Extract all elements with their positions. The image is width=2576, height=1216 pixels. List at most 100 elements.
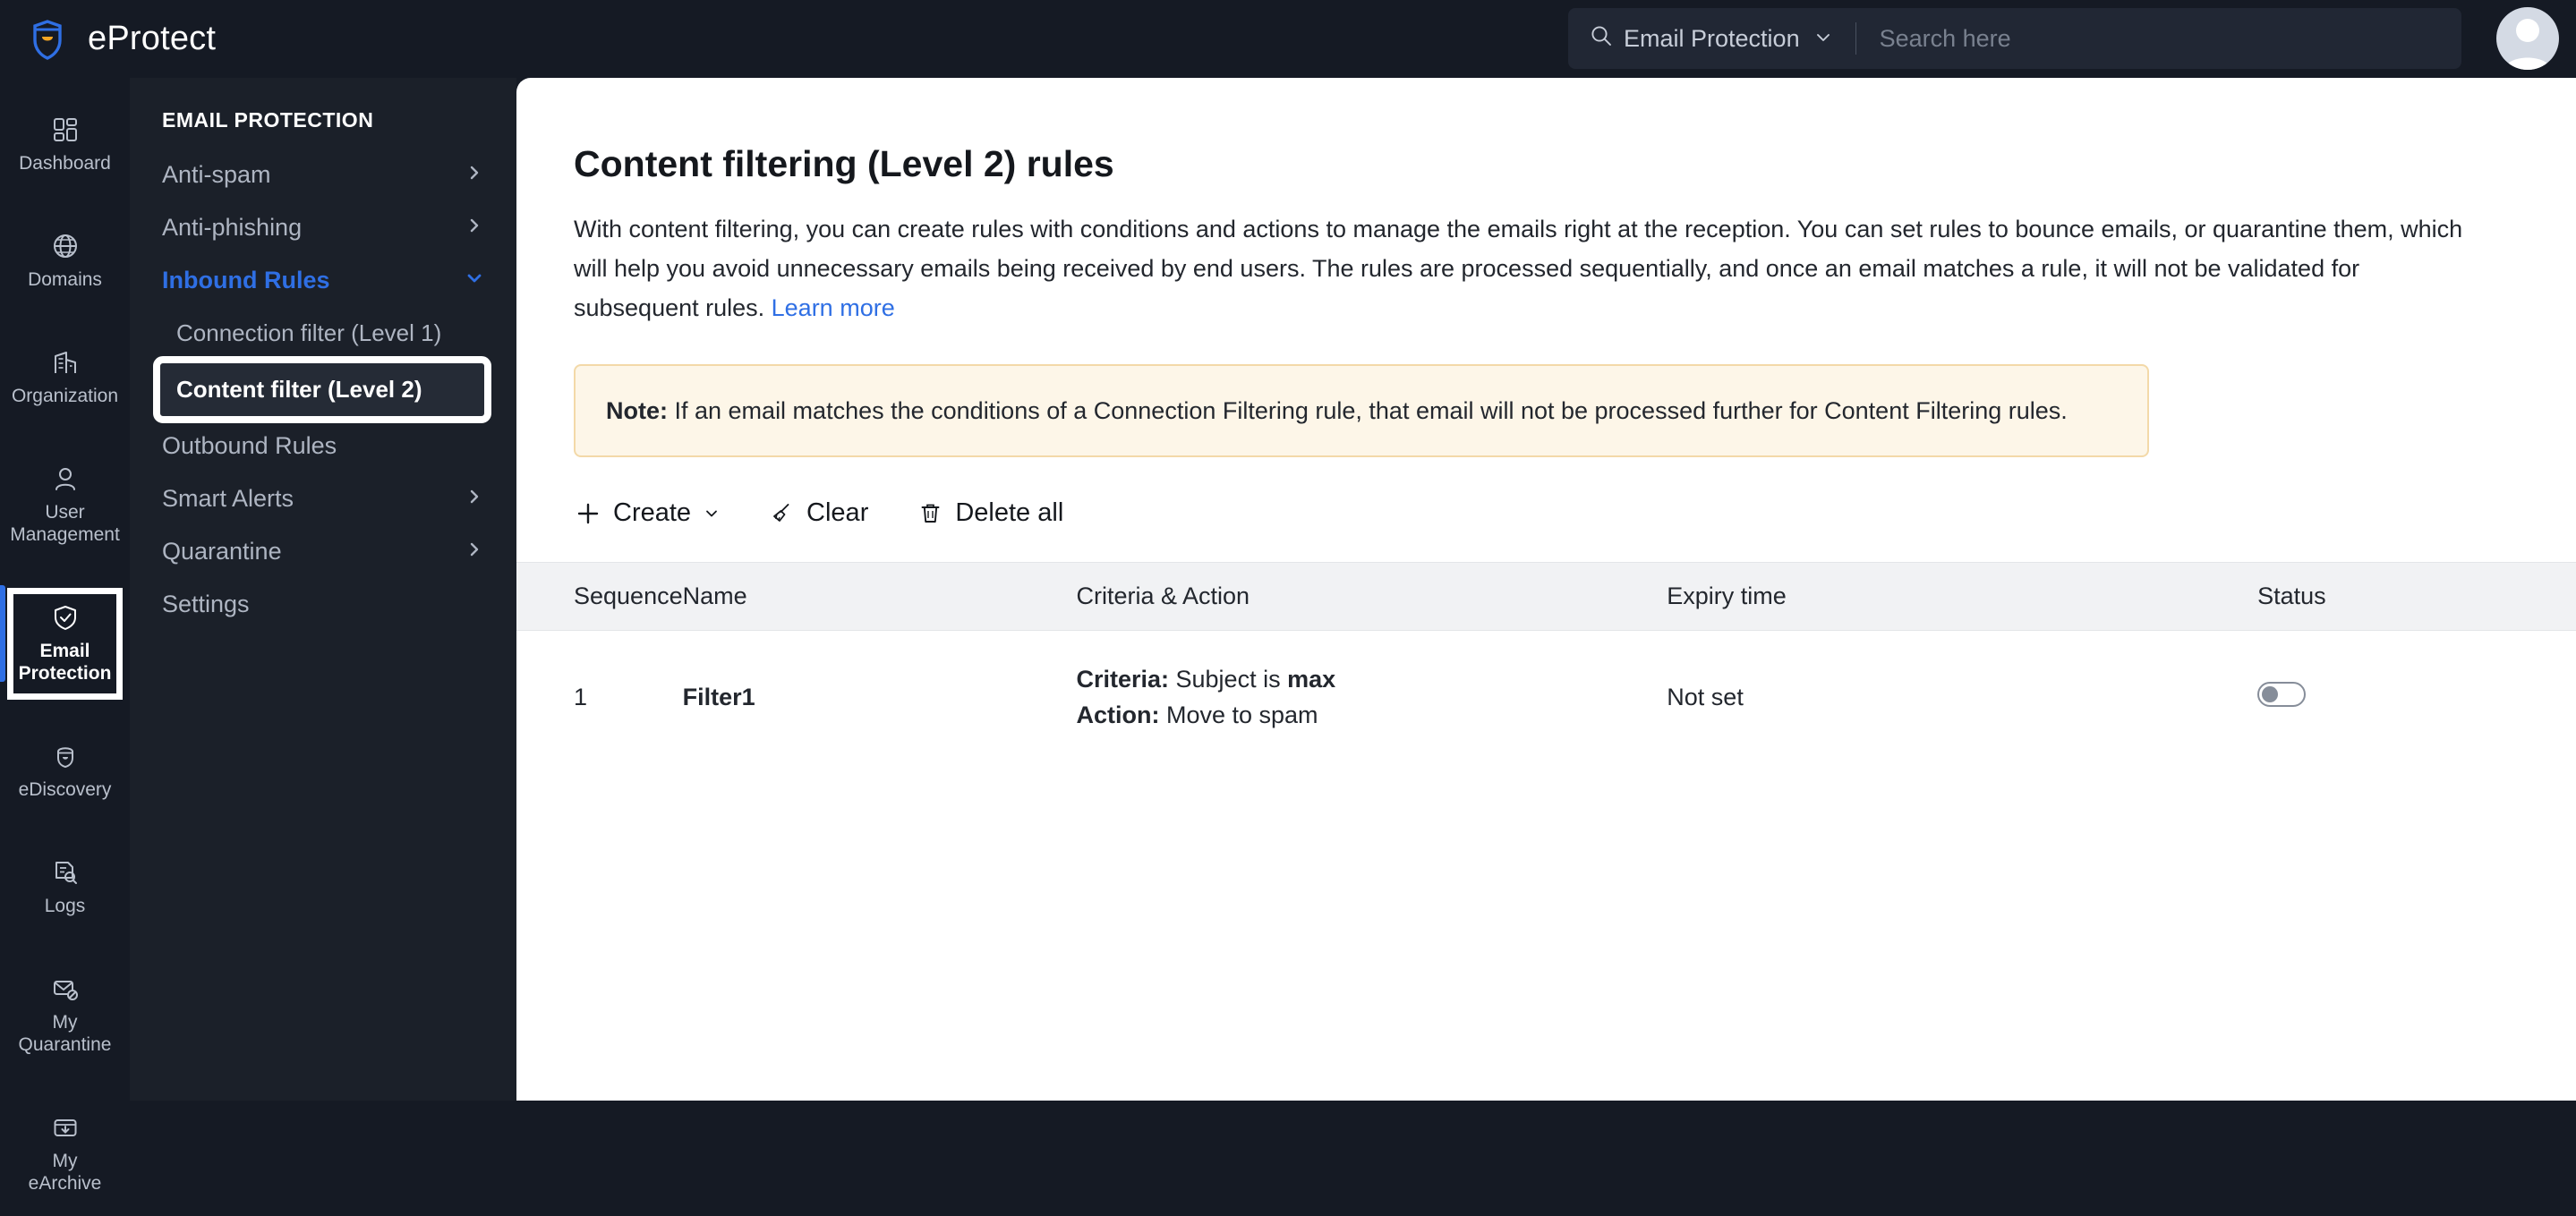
column-header-criteria-action: Criteria & Action — [1076, 562, 1668, 631]
column-header-name: Name — [682, 562, 1077, 631]
column-header-sequence: Sequence — [516, 562, 683, 631]
top-bar: eProtect Email Protection — [0, 0, 2576, 78]
cell-name: Filter1 — [682, 683, 755, 710]
envelope-block-icon — [51, 974, 80, 1003]
sidebar-item-label: Anti-spam — [162, 161, 271, 188]
rail-item-email-protection[interactable]: Email Protection — [0, 582, 130, 706]
note-banner: Note: If an email matches the conditions… — [574, 364, 2149, 457]
rail-item-my-quarantine[interactable]: My Quarantine — [0, 953, 130, 1077]
table-header-row: Sequence Name Criteria & Action Expiry t… — [516, 562, 2576, 631]
rail-item-label: Organization — [11, 386, 119, 406]
action-label: Action: — [1076, 702, 1160, 728]
sidebar-item-anti-phishing[interactable]: Anti-phishing — [130, 201, 516, 254]
icon-rail: Dashboard Domains Organization User Mana… — [0, 78, 130, 1194]
learn-more-link[interactable]: Learn more — [772, 294, 895, 321]
criteria-line: Criteria: Subject is max — [1076, 661, 1667, 697]
chevron-right-icon — [465, 485, 484, 513]
document-search-icon — [51, 858, 80, 887]
sidebar-item-smart-alerts[interactable]: Smart Alerts — [130, 472, 516, 525]
rail-item-label: Dashboard — [19, 153, 111, 174]
cell-status — [2257, 631, 2576, 764]
column-header-status: Status — [2257, 562, 2576, 631]
table-row[interactable]: 1 Filter1 Criteria: Subject is max Actio… — [516, 631, 2576, 764]
table-toolbar: Create Clear Delete all — [516, 457, 2576, 531]
create-button-label: Create — [613, 498, 692, 527]
chevron-right-icon — [465, 214, 484, 242]
search-divider — [1855, 22, 1856, 55]
rules-table: Sequence Name Criteria & Action Expiry t… — [516, 562, 2576, 763]
user-avatar-icon — [2505, 19, 2550, 70]
secondary-sidebar: EMAIL PROTECTION Anti-spam Anti-phishing… — [130, 78, 516, 1101]
status-toggle[interactable] — [2257, 681, 2307, 707]
table-body: 1 Filter1 Criteria: Subject is max Actio… — [516, 631, 2576, 764]
sidebar-item-label: Inbound Rules — [162, 267, 330, 293]
action-line: Action: Move to spam — [1076, 697, 1667, 733]
rail-item-label: Domains — [28, 269, 102, 290]
rail-item-label: Logs — [44, 896, 86, 916]
page-description: With content filtering, you can create r… — [516, 185, 2521, 327]
rail-item-my-earchive[interactable]: My eArchive — [0, 1092, 130, 1216]
column-header-expiry-time: Expiry time — [1667, 562, 2258, 631]
helmet-icon — [51, 742, 80, 770]
chevron-right-icon — [465, 538, 484, 565]
avatar[interactable] — [2496, 7, 2559, 70]
delete-all-button[interactable]: Delete all — [917, 495, 1065, 531]
criteria-value: max — [1287, 666, 1336, 693]
globe-icon — [51, 232, 80, 260]
chevron-down-icon — [704, 506, 720, 522]
rail-item-user-management[interactable]: User Management — [0, 443, 130, 567]
sidebar-item-outbound-rules[interactable]: Outbound Rules — [130, 420, 516, 472]
rail-item-label: User Management — [10, 502, 120, 545]
trash-icon — [918, 501, 943, 525]
page-title: Content filtering (Level 2) rules — [574, 143, 1114, 184]
chevron-right-icon — [465, 161, 484, 189]
table-header: Sequence Name Criteria & Action Expiry t… — [516, 562, 2576, 631]
note-text: If an email matches the conditions of a … — [668, 397, 2068, 424]
rail-item-label: My eArchive — [28, 1151, 102, 1194]
chevron-down-icon — [465, 267, 484, 294]
building-icon — [51, 348, 80, 377]
brand-name: eProtect — [88, 20, 217, 57]
rail-item-logs[interactable]: Logs — [0, 837, 130, 939]
note-label: Note: — [606, 397, 668, 424]
user-icon — [51, 464, 80, 493]
criteria-label: Criteria: — [1076, 666, 1170, 693]
main-content: Content filtering (Level 2) rules With c… — [516, 78, 2576, 1101]
clear-button[interactable]: Clear — [768, 495, 870, 531]
grid-icon — [51, 115, 80, 144]
cell-sequence: 1 — [574, 683, 588, 710]
chevron-down-icon — [1811, 25, 1832, 53]
sidebar-item-anti-spam[interactable]: Anti-spam — [130, 149, 516, 201]
criteria-text: Subject is — [1169, 666, 1288, 693]
brand[interactable]: eProtect — [0, 15, 216, 64]
search-input[interactable] — [1879, 24, 2440, 53]
sidebar-item-connection-filter[interactable]: Connection filter (Level 1) — [130, 307, 516, 360]
archive-download-icon — [51, 1113, 80, 1142]
search-scope-selector[interactable]: Email Protection — [1590, 24, 1832, 54]
rail-item-label: My Quarantine — [18, 1012, 112, 1055]
rail-item-label: Email Protection — [18, 641, 112, 684]
plus-icon — [576, 501, 601, 526]
rail-item-domains[interactable]: Domains — [0, 210, 130, 312]
delete-all-button-label: Delete all — [955, 498, 1064, 527]
broom-icon — [770, 501, 794, 525]
rail-item-organization[interactable]: Organization — [0, 327, 130, 429]
sidebar-item-quarantine[interactable]: Quarantine — [130, 525, 516, 578]
sidebar-item-inbound-rules[interactable]: Inbound Rules — [130, 254, 516, 307]
clear-button-label: Clear — [806, 498, 869, 527]
sidebar-item-settings[interactable]: Settings — [130, 578, 516, 631]
action-text: Move to spam — [1159, 702, 1318, 728]
sidebar-title: EMAIL PROTECTION — [162, 108, 374, 132]
rail-item-dashboard[interactable]: Dashboard — [0, 94, 130, 196]
sidebar-item-label: Quarantine — [162, 538, 282, 565]
rail-item-ediscovery[interactable]: eDiscovery — [0, 720, 130, 822]
cell-criteria-action: Criteria: Subject is max Action: Move to… — [1076, 631, 1667, 764]
sidebar-item-content-filter[interactable]: Content filter (Level 2) — [153, 356, 491, 423]
global-search-bar[interactable]: Email Protection — [1568, 8, 2461, 69]
search-scope-label: Email Protection — [1624, 24, 1800, 52]
shield-smile-logo-icon — [23, 15, 72, 64]
shield-check-icon — [51, 603, 80, 632]
sidebar-item-label: Anti-phishing — [162, 214, 303, 241]
create-button[interactable]: Create — [574, 495, 721, 531]
cell-expiry-time: Not set — [1667, 683, 1744, 710]
